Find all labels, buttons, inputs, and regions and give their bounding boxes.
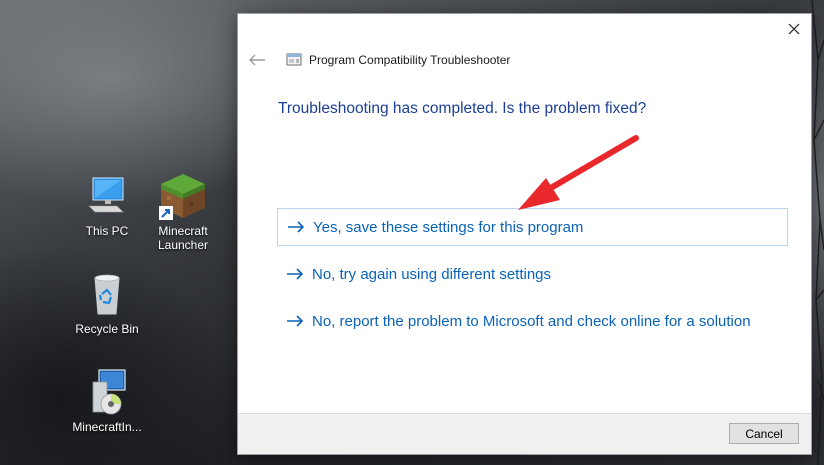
minecraft-grass-block-icon [159,172,207,220]
close-icon [788,23,800,35]
dialog-footer: Cancel [238,413,811,454]
installer-icon [83,368,131,416]
computer-icon [83,172,131,220]
desktop-icon-label: MinecraftIn... [72,420,142,434]
option-label: No, try again using different settings [312,265,552,283]
cancel-button[interactable]: Cancel [729,423,799,444]
back-arrow-icon[interactable] [248,53,266,67]
arrow-right-icon [287,315,304,327]
desktop-icon-label: Recycle Bin [75,322,139,336]
option-label: Yes, save these settings for this progra… [313,218,584,236]
close-button[interactable] [777,14,811,44]
option-no-report-problem[interactable]: No, report the problem to Microsoft and … [277,302,788,340]
arrow-right-icon [288,221,305,233]
annotation-arrow-icon [518,135,639,210]
option-no-try-again[interactable]: No, try again using different settings [277,255,788,293]
desktop-icon-minecraft-installer[interactable]: MinecraftIn... [67,368,147,434]
shortcut-arrow-icon [159,206,173,220]
arrow-right-icon [287,268,304,280]
recycle-bin-icon [83,270,131,318]
desktop-icon-this-pc[interactable]: This PC [67,172,147,238]
desktop-icon-label: Minecraft Launcher [157,224,209,252]
troubleshooter-dialog: Program Compatibility Troubleshooter Tro… [237,13,812,455]
dialog-header: Program Compatibility Troubleshooter [248,52,510,68]
desktop-icon-label: This PC [85,224,129,238]
troubleshooter-app-icon [286,53,302,66]
option-label: No, report the problem to Microsoft and … [312,312,751,330]
page-heading: Troubleshooting has completed. Is the pr… [278,100,647,117]
desktop-icon-recycle-bin[interactable]: Recycle Bin [67,270,147,336]
dialog-title: Program Compatibility Troubleshooter [309,53,511,67]
desktop-icon-minecraft-launcher[interactable]: Minecraft Launcher [143,172,223,252]
